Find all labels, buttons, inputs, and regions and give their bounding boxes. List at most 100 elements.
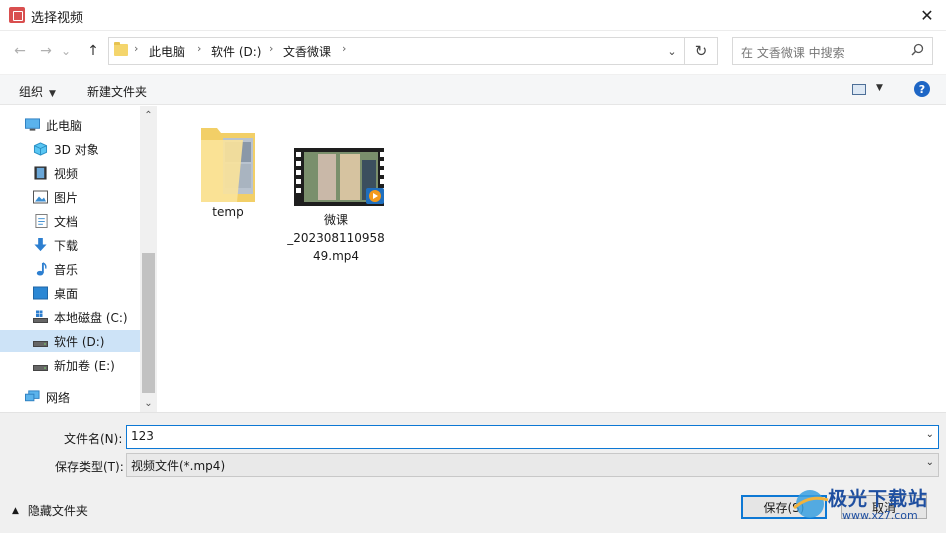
chevron-down-icon: ⌄ bbox=[667, 44, 677, 58]
picture-icon bbox=[33, 190, 48, 204]
sidebar-item-label: 视频 bbox=[54, 166, 79, 181]
filename-input[interactable]: 123 ⌄ bbox=[126, 425, 939, 449]
sidebar-item-music[interactable]: 音乐 bbox=[0, 258, 140, 280]
document-icon bbox=[35, 214, 48, 228]
chevron-down-icon: ⌄ bbox=[60, 44, 72, 58]
chevron-right-icon: › bbox=[197, 42, 202, 55]
video-thumbnail-icon bbox=[294, 148, 386, 206]
organize-label: 组织 bbox=[19, 85, 44, 99]
sidebar-item-videos[interactable]: 视频 bbox=[0, 162, 140, 184]
sidebar-item-desktop[interactable]: 桌面 bbox=[0, 282, 140, 304]
sidebar-item-label: 3D 对象 bbox=[54, 142, 99, 157]
help-icon[interactable]: ? bbox=[914, 81, 930, 97]
chevron-right-icon: › bbox=[269, 42, 274, 55]
sidebar-item-this-pc[interactable]: 此电脑 bbox=[0, 114, 140, 136]
drive-icon bbox=[33, 310, 48, 323]
search-icon bbox=[911, 43, 924, 56]
view-options-icon[interactable] bbox=[852, 84, 866, 95]
chevron-right-icon: › bbox=[342, 42, 347, 55]
forward-arrow-icon: → bbox=[40, 43, 52, 59]
watermark-logo: 极光下载站 www.xz7.com bbox=[780, 484, 940, 528]
sidebar-item-label: 桌面 bbox=[54, 286, 79, 301]
sidebar-item-label: 音乐 bbox=[54, 262, 79, 277]
folder-icon bbox=[201, 128, 255, 202]
scroll-up-icon[interactable]: ⌃ bbox=[140, 108, 157, 122]
chevron-right-icon: › bbox=[134, 42, 139, 55]
caret-down-icon: ▼ bbox=[49, 89, 56, 99]
download-icon bbox=[34, 238, 47, 252]
music-icon bbox=[36, 262, 47, 276]
watermark-url: www.xz7.com bbox=[842, 509, 918, 522]
new-folder-button[interactable]: 新建文件夹 bbox=[87, 83, 147, 100]
watermark-globe-icon bbox=[793, 490, 829, 518]
scroll-down-icon[interactable]: ⌄ bbox=[140, 396, 157, 410]
sidebar-item-pictures[interactable]: 图片 bbox=[0, 186, 140, 208]
sidebar-item-downloads[interactable]: 下载 bbox=[0, 234, 140, 256]
file-item-folder[interactable]: temp bbox=[188, 120, 268, 221]
sidebar-item-label: 新加卷 (E:) bbox=[54, 358, 115, 373]
filetype-value: 视频文件(*.mp4) bbox=[131, 459, 226, 473]
breadcrumb-current-folder[interactable]: 文香微课 bbox=[283, 43, 331, 60]
title-bar: 选择视频 ✕ bbox=[0, 0, 946, 31]
navigation-pane: 此电脑 3D 对象 视频 图片 文档 下载 音乐 桌面 本地磁盘 (C:) 软件… bbox=[0, 106, 157, 412]
video-icon bbox=[34, 166, 47, 180]
network-icon bbox=[25, 390, 40, 402]
sidebar-item-drive-c[interactable]: 本地磁盘 (C:) bbox=[0, 306, 140, 328]
breadcrumb-this-pc[interactable]: 此电脑 bbox=[149, 43, 185, 60]
folder-icon bbox=[114, 42, 128, 56]
command-bar: 组织 ▼ 新建文件夹 ▼ ? bbox=[0, 74, 946, 105]
caret-down-icon[interactable]: ▼ bbox=[876, 83, 883, 93]
caret-up-icon: ▲ bbox=[12, 505, 19, 516]
hide-folders-toggle[interactable]: ▲ 隐藏文件夹 bbox=[12, 502, 88, 519]
organize-menu[interactable]: 组织 ▼ bbox=[19, 83, 56, 100]
search-input[interactable]: 在 文香微课 中搜索 bbox=[732, 37, 933, 65]
chevron-down-icon[interactable]: ⌄ bbox=[926, 429, 934, 440]
close-button[interactable]: ✕ bbox=[908, 0, 946, 31]
recent-locations-button[interactable]: ⌄ bbox=[58, 40, 74, 62]
up-button[interactable]: ↑ bbox=[82, 40, 104, 62]
filetype-select[interactable]: 视频文件(*.mp4) ⌄ bbox=[126, 453, 939, 477]
computer-icon bbox=[25, 118, 40, 131]
sidebar-item-label: 文档 bbox=[54, 214, 79, 229]
breadcrumb-drive-d[interactable]: 软件 (D:) bbox=[211, 43, 261, 60]
up-arrow-icon: ↑ bbox=[87, 43, 99, 59]
sidebar-item-label: 网络 bbox=[46, 390, 71, 405]
file-name-line: 49.mp4 bbox=[312, 249, 360, 263]
forward-button[interactable]: → bbox=[35, 40, 57, 62]
watermark-brand: 极光下载站 bbox=[828, 488, 929, 510]
window-title: 选择视频 bbox=[31, 11, 84, 26]
sidebar-item-documents[interactable]: 文档 bbox=[0, 210, 140, 232]
filename-value: 123 bbox=[131, 429, 154, 443]
hide-folders-label: 隐藏文件夹 bbox=[27, 504, 88, 518]
back-arrow-icon: ← bbox=[14, 43, 26, 59]
search-placeholder: 在 文香微课 中搜索 bbox=[741, 46, 845, 60]
scrollbar-thumb[interactable] bbox=[142, 253, 155, 393]
sidebar-item-label: 图片 bbox=[54, 190, 79, 205]
sidebar-item-network[interactable]: 网络 bbox=[0, 386, 140, 408]
sidebar-item-3d-objects[interactable]: 3D 对象 bbox=[0, 138, 140, 160]
address-dropdown-button[interactable]: ⌄ bbox=[662, 42, 682, 60]
refresh-icon: ↻ bbox=[694, 42, 708, 60]
filetype-label: 保存类型(T): bbox=[55, 460, 124, 474]
refresh-button[interactable]: ↻ bbox=[685, 37, 718, 65]
file-list: temp 微课 _202308110958 49.mp4 bbox=[158, 106, 946, 412]
file-item-video[interactable]: 微课 _202308110958 49.mp4 bbox=[284, 144, 388, 265]
back-button[interactable]: ← bbox=[9, 40, 31, 62]
cube-icon bbox=[33, 142, 48, 156]
drive-icon bbox=[33, 341, 48, 347]
close-icon: ✕ bbox=[920, 6, 934, 25]
sidebar-item-label: 本地磁盘 (C:) bbox=[54, 310, 128, 325]
file-name-line: 微课 bbox=[323, 213, 348, 227]
sidebar-item-label: 此电脑 bbox=[46, 118, 83, 133]
sidebar-scrollbar[interactable]: ⌃ ⌄ bbox=[140, 106, 157, 412]
desktop-icon bbox=[33, 286, 48, 300]
sidebar-item-drive-d[interactable]: 软件 (D:) bbox=[0, 330, 140, 352]
filename-label: 文件名(N): bbox=[64, 432, 123, 446]
app-icon bbox=[9, 7, 25, 23]
sidebar-item-drive-e[interactable]: 新加卷 (E:) bbox=[0, 354, 140, 376]
chevron-down-icon: ⌄ bbox=[925, 457, 934, 468]
drive-icon bbox=[33, 365, 48, 371]
sidebar-item-label: 下载 bbox=[54, 238, 79, 253]
address-bar[interactable]: › 此电脑 › 软件 (D:) › 文香微课 › ⌄ bbox=[108, 37, 685, 65]
sidebar-item-label: 软件 (D:) bbox=[54, 334, 105, 349]
